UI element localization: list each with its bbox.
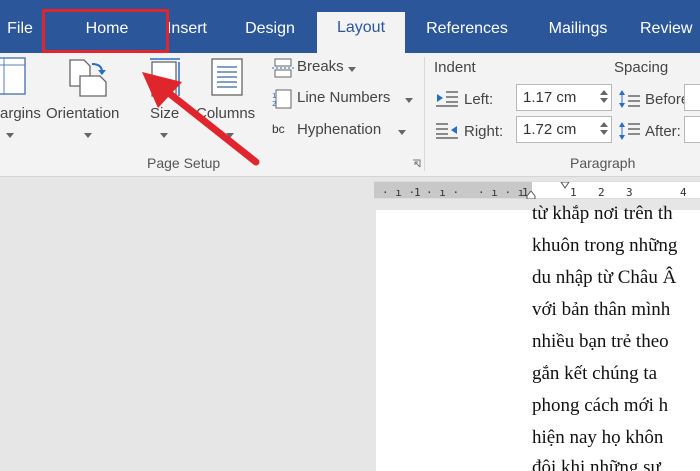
orientation-icon: [69, 59, 107, 97]
hyphenation-button[interactable]: bc Hyphenation: [270, 119, 420, 143]
red-arrow-icon: [142, 72, 260, 166]
chevron-down-icon: [398, 130, 406, 135]
word-window: File Home Insert Design Layout Reference…: [0, 0, 700, 471]
tab-design[interactable]: Design: [232, 13, 308, 53]
margins-button[interactable]: argins: [0, 53, 41, 143]
indent-right-label: Right:: [464, 123, 504, 140]
ruler-dots: · ı ·: [426, 186, 460, 199]
tab-file[interactable]: File: [0, 13, 40, 53]
tab-layout[interactable]: Layout: [317, 12, 405, 53]
hyphenation-label: Hyphenation: [297, 121, 382, 138]
document-line: đôi khi những sự: [532, 457, 661, 471]
indent-left-label: Left:: [464, 91, 494, 108]
indent-right-icon: [436, 123, 458, 139]
margins-icon: [0, 57, 26, 95]
indent-left-input[interactable]: 1.17 cm: [516, 84, 612, 111]
chevron-down-icon: [6, 133, 14, 138]
breaks-icon: [272, 58, 294, 78]
paragraph-group-label: Paragraph: [570, 155, 636, 171]
document-line: du nhập từ Châu Â: [532, 267, 677, 288]
svg-text:2: 2: [272, 100, 276, 108]
hyphenation-icon: bc: [272, 122, 285, 136]
chevron-down-icon: [84, 133, 92, 138]
line-numbers-icon: 1 2: [272, 89, 292, 109]
group-separator: [424, 57, 425, 171]
hanging-indent-marker-icon[interactable]: [526, 191, 536, 199]
orientation-button[interactable]: Orientation: [44, 53, 134, 143]
spinner-arrows[interactable]: [600, 87, 608, 107]
ruler-mark: 4: [680, 186, 687, 199]
indent-label: Indent: [434, 59, 476, 76]
document-line: hiện nay họ khôn: [532, 427, 664, 448]
indent-left-icon: [436, 91, 458, 107]
ruler-dots: · ı · ı: [478, 186, 525, 199]
document-line: khuôn trong những: [532, 235, 678, 256]
breaks-button[interactable]: Breaks: [270, 56, 370, 80]
ruler-mark: 3: [626, 186, 633, 199]
document-line: với bản thân mình: [532, 299, 671, 320]
spacing-label: Spacing: [614, 59, 669, 76]
margins-label: argins: [0, 105, 41, 122]
spacing-before-input[interactable]: [684, 84, 700, 111]
indent-left-value: 1.17 cm: [523, 89, 577, 106]
spacing-after-icon: [619, 122, 640, 140]
tab-review[interactable]: Review: [640, 13, 700, 53]
spacing-after-label: After:: [645, 123, 681, 140]
document-line: gắn kết chúng ta: [532, 363, 658, 384]
document-line: từ khắp nơi trên th: [532, 203, 673, 224]
ruler-mark: 2: [598, 186, 605, 199]
chevron-down-icon: [348, 67, 356, 72]
ruler-dots: · ı ·: [382, 186, 416, 199]
tab-mailings[interactable]: Mailings: [534, 13, 622, 53]
home-tab-highlight-box: [42, 9, 169, 53]
spacing-before-icon: [619, 90, 640, 108]
tab-references[interactable]: References: [418, 13, 516, 53]
indent-marker-icon[interactable]: [560, 182, 570, 190]
chevron-down-icon: [405, 98, 413, 103]
document-line: nhiều bạn trẻ theo: [532, 331, 669, 352]
svg-text:1: 1: [272, 92, 276, 100]
spacing-after-input[interactable]: [684, 116, 700, 143]
spinner-arrows[interactable]: [600, 119, 608, 139]
indent-right-value: 1.72 cm: [523, 121, 577, 138]
ruler-mark: 1: [570, 186, 577, 199]
line-numbers-button[interactable]: 1 2 Line Numbers: [270, 87, 420, 111]
indent-right-input[interactable]: 1.72 cm: [516, 116, 612, 143]
horizontal-ruler[interactable]: · ı · 1 · ı · · ı · ı 1 1 2 3 4: [374, 181, 700, 199]
layout-ribbon: argins Orientation Size Columns Breaks 1…: [0, 53, 700, 177]
line-numbers-label: Line Numbers: [297, 89, 391, 106]
orientation-label: Orientation: [46, 105, 120, 122]
ruler-mark: 1: [414, 186, 421, 199]
document-line: phong cách mới h: [532, 395, 669, 416]
dialog-launcher-icon[interactable]: [412, 159, 421, 168]
breaks-label: Breaks: [297, 58, 344, 75]
